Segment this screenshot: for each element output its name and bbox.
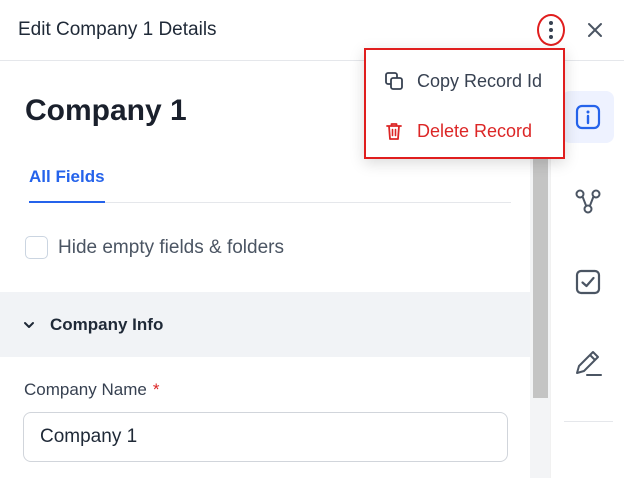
trash-icon <box>386 123 402 140</box>
delete-record-item[interactable]: Delete Record <box>366 106 563 156</box>
hide-empty-toggle[interactable]: Hide empty fields & folders <box>25 236 284 259</box>
task-check-icon <box>575 269 601 295</box>
close-icon <box>588 23 602 37</box>
required-marker: * <box>152 380 160 399</box>
hide-empty-label: Hide empty fields & folders <box>58 236 284 258</box>
tab-all-fields[interactable]: All Fields <box>29 167 105 187</box>
close-button[interactable] <box>583 18 607 42</box>
rail-divider <box>564 421 613 422</box>
more-options-button[interactable] <box>537 14 565 46</box>
company-name-label: Company Name * <box>24 380 159 400</box>
hide-empty-checkbox[interactable] <box>25 236 48 259</box>
copy-icon <box>385 72 403 90</box>
record-options-menu: Copy Record Id Delete Record <box>364 48 565 159</box>
rail-info-button[interactable] <box>562 91 614 143</box>
section-label: Company Info <box>50 315 164 334</box>
chevron-down-icon <box>24 322 34 328</box>
rail-edit-button[interactable] <box>562 337 614 389</box>
rail-associations-button[interactable] <box>562 175 614 227</box>
info-icon <box>575 104 601 130</box>
active-tab-indicator <box>29 201 105 203</box>
associations-icon <box>575 189 601 214</box>
more-vertical-icon <box>549 21 553 39</box>
copy-record-id-label: Copy Record Id <box>417 71 543 91</box>
panel-title: Edit Company 1 Details <box>18 19 217 40</box>
company-name-label-text: Company Name <box>24 380 147 399</box>
company-name-input[interactable] <box>23 412 508 462</box>
record-title: Company 1 <box>25 94 187 127</box>
copy-record-id-item[interactable]: Copy Record Id <box>366 56 563 106</box>
section-header-company-info[interactable]: Company Info <box>0 292 530 357</box>
rail-tasks-button[interactable] <box>562 256 614 308</box>
pen-icon <box>576 351 602 376</box>
delete-record-label: Delete Record <box>417 121 533 141</box>
